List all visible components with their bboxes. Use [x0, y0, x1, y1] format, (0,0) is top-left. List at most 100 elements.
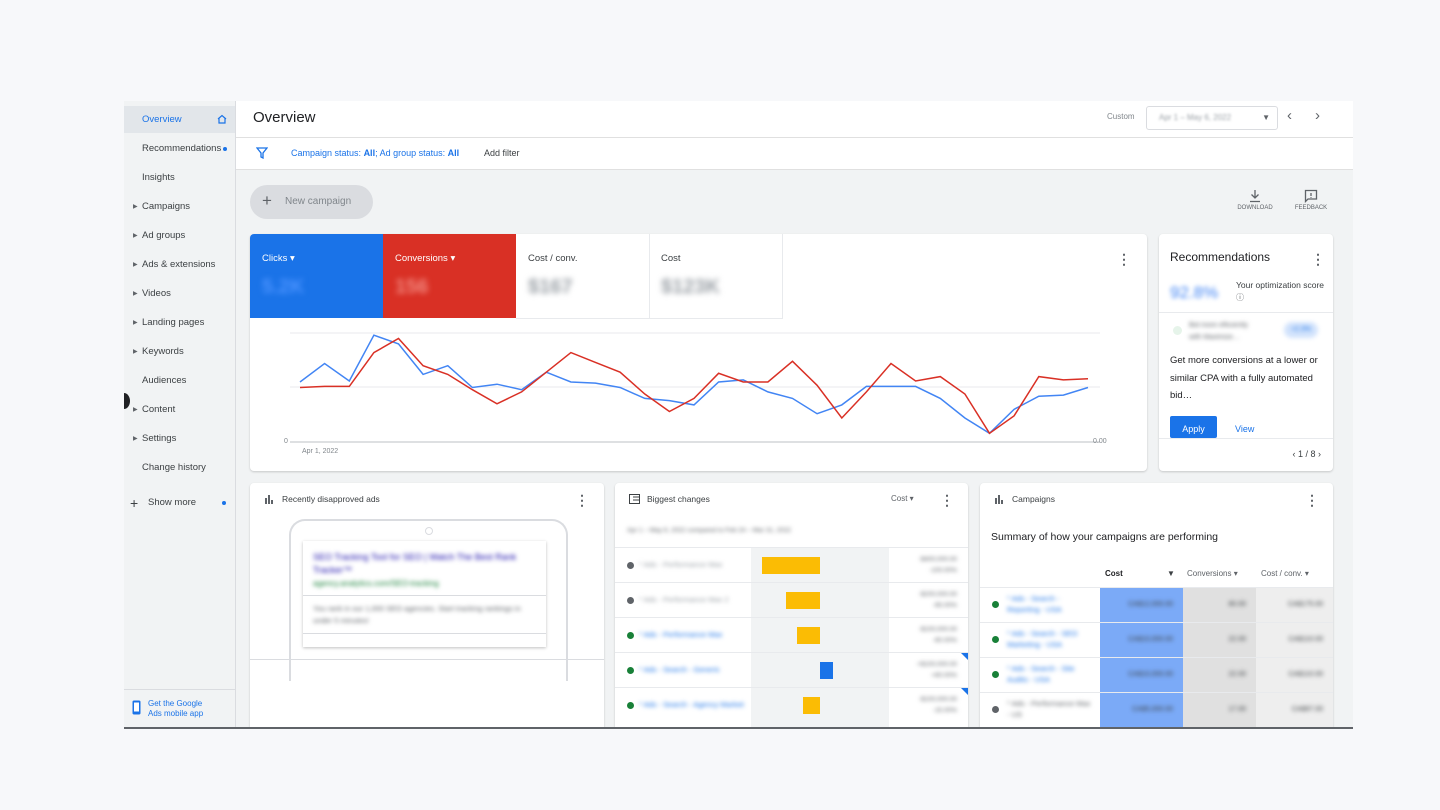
change-row[interactable]: * Ads - Performance Max 2 -$200,000.00 -65…	[615, 582, 968, 618]
sidebar-item-change-history[interactable]: Change history	[124, 454, 235, 481]
sidebar-item-ads-extensions[interactable]: ▶ Ads & extensions	[124, 251, 235, 278]
column-header-cost-per-conv[interactable]: Cost / conv. ▾	[1261, 569, 1309, 578]
date-range-picker[interactable]: Apr 1 – May 6, 2022 ▼	[1146, 106, 1278, 130]
change-value: -$100,000.00 -15.00%	[918, 696, 957, 714]
change-value: -$400,000.00 -100.00%	[918, 556, 957, 574]
sidebar-item-videos[interactable]: ▶ Videos	[124, 280, 235, 307]
performance-line-chart	[290, 332, 1100, 443]
sidebar-item-campaigns[interactable]: ▶ Campaigns	[124, 193, 235, 220]
next-period-icon[interactable]: ›	[1315, 107, 1320, 124]
help-icon: ⓘ	[1236, 293, 1244, 302]
previous-period-icon[interactable]: ‹	[1287, 107, 1292, 124]
cost-cell: CA$12,000.00	[1100, 588, 1183, 623]
recommendations-card: Recommendations ⋮ 92.8% Your optimizatio…	[1159, 234, 1333, 471]
sidebar-item-insights[interactable]: Insights	[124, 164, 235, 191]
campaign-name-link[interactable]: * Ads - Search - Site Audits - USA	[1007, 663, 1092, 685]
sort-arrow-icon[interactable]: ▼	[1167, 569, 1175, 578]
bar-chart-icon	[995, 495, 1003, 504]
kpi-cost-per-conv[interactable]: Cost / conv. $167	[516, 234, 650, 319]
filter-icon[interactable]	[256, 147, 268, 159]
status-dot	[627, 597, 634, 604]
conversions-cell: 17.00	[1183, 693, 1256, 727]
filter-bar: Campaign status: All; Ad group status: A…	[236, 138, 1353, 170]
expand-arrow-icon: ▶	[133, 320, 138, 326]
kpi-clicks[interactable]: Clicks ▾ 5.2K	[250, 234, 383, 318]
expand-arrow-icon: ▶	[133, 407, 138, 413]
campaign-row[interactable]: * Ads - Search - Reporting - USA CA$12,00…	[980, 587, 1333, 623]
show-more-button[interactable]: + Show more	[124, 489, 235, 516]
change-bar	[786, 592, 820, 609]
corner-flag-icon	[961, 688, 968, 695]
change-row[interactable]: * Ads - Search - Agency Marketing Dashbo…	[615, 687, 968, 723]
campaign-name-link[interactable]: * Ads - Search - Reporting - USA	[1007, 593, 1092, 615]
change-row-name[interactable]: * Ads - Search - Generic	[639, 665, 744, 674]
more-options-icon[interactable]: ⋮	[1305, 492, 1319, 509]
change-row[interactable]: * Ads - Performance Max -$400,000.00 -100.…	[615, 547, 968, 583]
download-icon	[1250, 190, 1260, 203]
new-campaign-button[interactable]: + New campaign	[250, 185, 373, 219]
ad-preview[interactable]: SEO Tracking Tool for SEO | Watch The Be…	[303, 541, 546, 647]
more-options-icon[interactable]: ⋮	[940, 492, 954, 509]
bar-chart-icon	[265, 495, 273, 504]
expand-arrow-icon: ▶	[133, 349, 138, 355]
more-options-icon[interactable]: ⋮	[575, 492, 589, 509]
chart-axis-label: 0	[284, 438, 288, 445]
change-row[interactable]: * Ads - Performance Max -$100,000.00 -60.0…	[615, 617, 968, 653]
mobile-app-promo[interactable]: Get the Google Ads mobile app	[124, 689, 235, 727]
campaign-name-link[interactable]: * Ads - Search - SEO Marketing - USA	[1007, 628, 1092, 650]
metric-dropdown[interactable]: Cost ▾	[891, 494, 914, 503]
sidebar-item-ad-groups[interactable]: ▶ Ad groups	[124, 222, 235, 249]
feedback-button[interactable]: FEEDBACK	[1291, 189, 1331, 211]
recommendation-pager[interactable]: ‹ 1 / 8 ›	[1292, 449, 1321, 459]
status-dot	[627, 702, 634, 709]
download-button[interactable]: DOWNLOAD	[1235, 189, 1275, 211]
campaign-row[interactable]: * Ads - Search - SEO Marketing - USA CA$1…	[980, 622, 1333, 658]
sidebar-item-recommendations[interactable]: Recommendations	[124, 135, 235, 162]
sidebar-item-keywords[interactable]: ▶ Keywords	[124, 338, 235, 365]
google-ads-app: Overview Recommendations Insights ▶ Campa…	[124, 101, 1353, 729]
change-value: -$200,000.00 -65.00%	[918, 591, 957, 609]
column-header-conversions[interactable]: Conversions ▾	[1187, 569, 1238, 578]
more-options-icon[interactable]: ⋮	[1311, 251, 1325, 268]
chart-x-start-label: Apr 1, 2022	[302, 448, 339, 455]
campaign-row[interactable]: * Ads - Search - Site Audits - USA CA$10,…	[980, 657, 1333, 693]
add-filter-button[interactable]: Add filter	[484, 148, 520, 158]
corner-flag-icon	[961, 653, 968, 660]
view-button[interactable]: View	[1235, 424, 1254, 434]
column-header-cost[interactable]: Cost	[1105, 569, 1123, 578]
change-row[interactable]: * Ads - Search - Generic +$100,000.00 +80.…	[615, 652, 968, 688]
change-bar	[796, 627, 820, 644]
new-indicator-dot	[222, 501, 226, 505]
chart-right-axis-label: 0.00	[1093, 438, 1107, 445]
change-row-name[interactable]: * Ads - Performance Max	[639, 630, 744, 639]
sidebar-item-audiences[interactable]: Audiences	[124, 367, 235, 394]
new-indicator-dot	[223, 147, 227, 151]
performance-card: Clicks ▾ 5.2K Conversions ▾ 156 Cost / c…	[250, 234, 1147, 471]
change-row-name[interactable]: * Ads - Performance Max	[639, 560, 744, 569]
sidebar-item-settings[interactable]: ▶ Settings	[124, 425, 235, 452]
sidebar-item-overview[interactable]: Overview	[124, 106, 235, 133]
status-dot	[627, 562, 634, 569]
kpi-cost[interactable]: Cost $123K	[649, 234, 783, 319]
sidebar-item-landing-pages[interactable]: ▶ Landing pages	[124, 309, 235, 336]
phone-preview: SEO Tracking Tool for SEO | Watch The Be…	[289, 519, 568, 681]
campaign-name-link[interactable]: * Ads - Performance Max - US	[1007, 698, 1092, 720]
change-row-name[interactable]: * Ads - Search - Agency Marketing Dashbo…	[639, 700, 744, 709]
chevron-left-icon[interactable]: ‹	[1292, 449, 1295, 459]
status-dot	[992, 636, 999, 643]
series-line-conversions	[299, 337, 1089, 435]
feedback-icon	[1304, 189, 1318, 204]
kpi-conversions[interactable]: Conversions ▾ 156	[383, 234, 516, 318]
campaign-row[interactable]: * Ads - Performance Max - US CA$5,000.00 1…	[980, 692, 1333, 727]
change-row-name[interactable]: * Ads - Performance Max 2	[639, 595, 744, 604]
cost-cell: CA$10,000.00	[1100, 658, 1183, 693]
page-header: Overview Custom Apr 1 – May 6, 2022 ▼ ‹ …	[236, 101, 1353, 138]
apply-button[interactable]: Apply	[1170, 416, 1217, 438]
chevron-right-icon[interactable]: ›	[1318, 449, 1321, 459]
status-filter-chip[interactable]: Campaign status: All; Ad group status: A…	[291, 148, 459, 158]
sidebar-item-content[interactable]: ▶ Content	[124, 396, 235, 423]
more-options-icon[interactable]: ⋮	[1117, 251, 1131, 268]
cost-per-conv-cell: CA$97.00	[1256, 693, 1333, 727]
conversions-cell: 80.00	[1183, 588, 1256, 623]
change-bar	[761, 557, 820, 574]
